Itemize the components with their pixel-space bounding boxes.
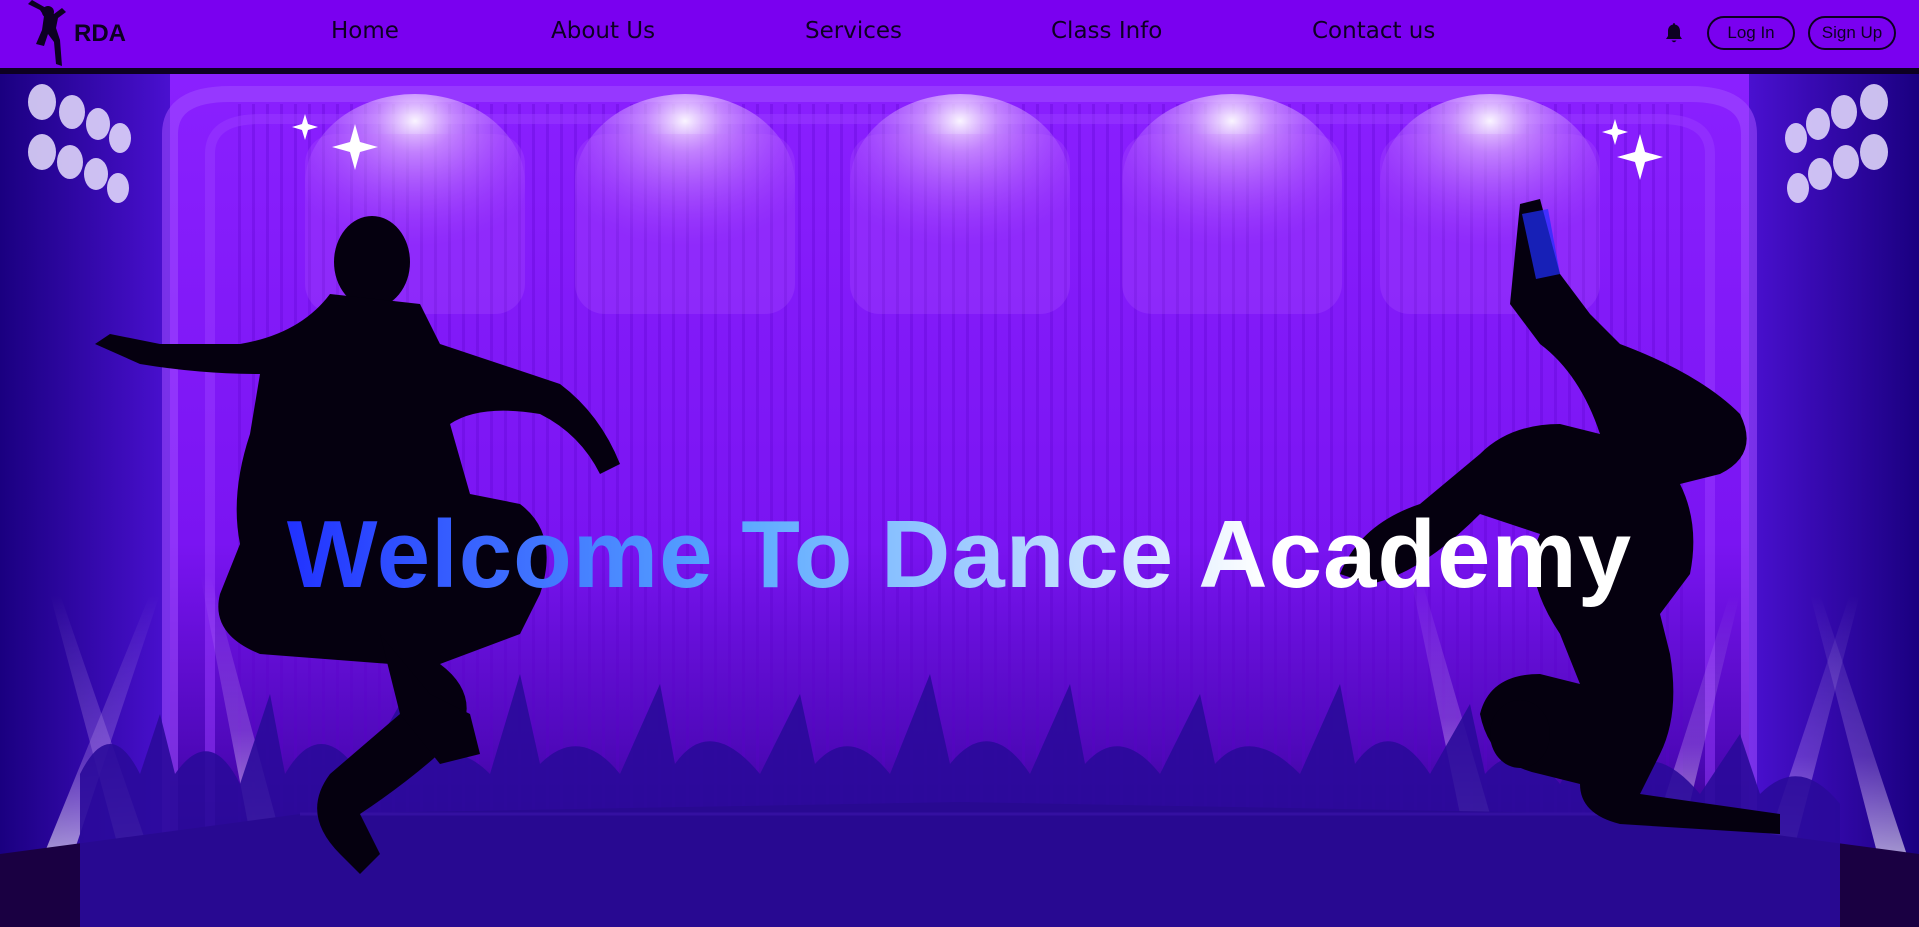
bell-icon[interactable] [1664, 22, 1684, 44]
dancer-logo-icon [28, 0, 66, 66]
hero-title: Welcome To Dance Academy [0, 500, 1919, 610]
signup-button[interactable]: Sign Up [1808, 16, 1896, 50]
login-button[interactable]: Log In [1707, 16, 1795, 50]
hero-section: Welcome To Dance Academy [0, 74, 1919, 927]
nav-home-link[interactable]: Home [331, 18, 399, 44]
stage-spotlights [305, 94, 1600, 314]
navbar: RDA Home About Us Services Class Info Co… [0, 0, 1919, 74]
nav-contact-link[interactable]: Contact us [1312, 18, 1435, 44]
brand-link[interactable]: RDA [26, 0, 126, 70]
nav-class-info-link[interactable]: Class Info [1051, 18, 1162, 44]
nav-services-link[interactable]: Services [805, 18, 902, 44]
nav-about-link[interactable]: About Us [551, 18, 655, 44]
brand-name: RDA [74, 20, 126, 47]
